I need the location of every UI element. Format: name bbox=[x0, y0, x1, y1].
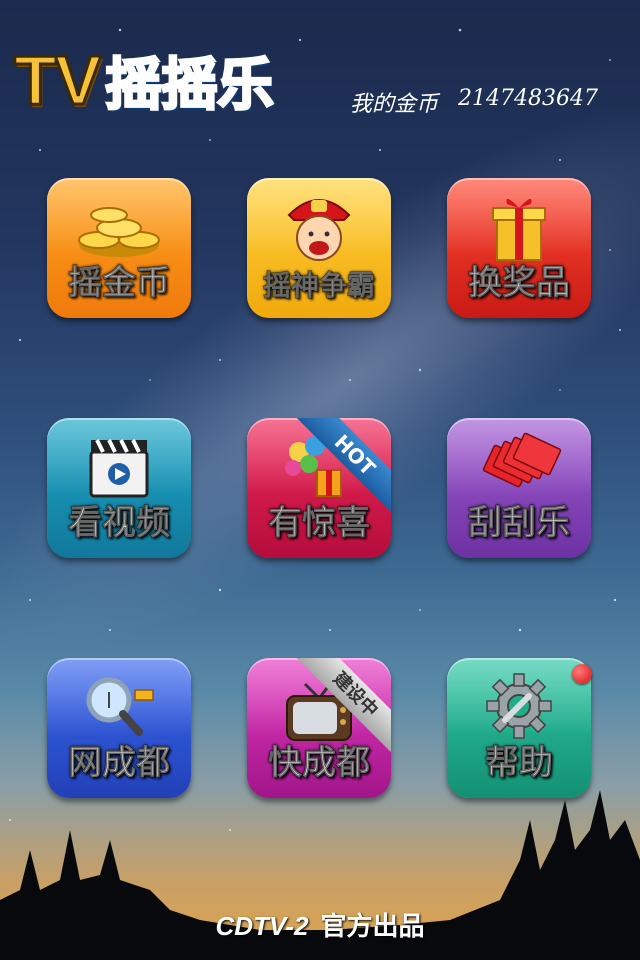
tile-label: 有惊喜 bbox=[268, 503, 371, 544]
coins-value: 2147483647 bbox=[458, 86, 598, 111]
gift-box-icon bbox=[492, 198, 546, 261]
tile-label: 看视频 bbox=[68, 503, 171, 544]
logo-name-text: 摇摇乐 bbox=[104, 51, 275, 119]
logo-tv-text: TV bbox=[12, 40, 102, 121]
tile-watch-video[interactable]: 看视频 bbox=[47, 418, 191, 558]
footer: CDTV-2 官方出品 bbox=[0, 906, 640, 943]
tile-label: 网成都 bbox=[68, 743, 171, 784]
tile-web-chengdu[interactable]: 网成都 bbox=[47, 658, 191, 798]
notification-dot bbox=[572, 664, 592, 684]
clapperboard-icon bbox=[89, 439, 149, 498]
coins-display: 我的金币 2147483647 bbox=[350, 86, 598, 118]
tile-label: 快成都 bbox=[268, 743, 371, 784]
tile-exchange-prizes[interactable]: 换奖品 bbox=[447, 178, 591, 318]
footer-brand: CDTV-2 bbox=[215, 911, 309, 941]
tile-label: 帮助 bbox=[485, 743, 554, 784]
tile-label: 刮刮乐 bbox=[468, 503, 571, 544]
gear-wrench-icon bbox=[486, 673, 552, 739]
tile-label: 摇神争霸 bbox=[262, 269, 375, 303]
magnifier-icon bbox=[86, 677, 154, 736]
tile-label: 换奖品 bbox=[468, 263, 571, 304]
tile-surprise[interactable]: HOT 有惊喜 bbox=[247, 418, 391, 558]
tile-scratch-lottery[interactable]: 刮刮乐 bbox=[447, 418, 591, 558]
scratch-cards-icon bbox=[482, 432, 562, 488]
coins-label: 我的金币 bbox=[350, 92, 439, 117]
gold-coins-icon bbox=[78, 207, 160, 257]
tile-help[interactable]: 帮助 bbox=[447, 658, 591, 798]
tile-shake-god-battle[interactable]: 摇神争霸 bbox=[247, 178, 391, 318]
app-logo: TV 摇摇乐 bbox=[12, 40, 344, 121]
tile-label: 摇金币 bbox=[68, 263, 171, 304]
footer-text: 官方出品 bbox=[320, 912, 425, 942]
tile-shake-coins[interactable]: 摇金币 bbox=[47, 178, 191, 318]
tile-fast-chengdu[interactable]: 建设中 快成都 bbox=[247, 658, 391, 798]
god-of-wealth-icon bbox=[287, 199, 351, 261]
